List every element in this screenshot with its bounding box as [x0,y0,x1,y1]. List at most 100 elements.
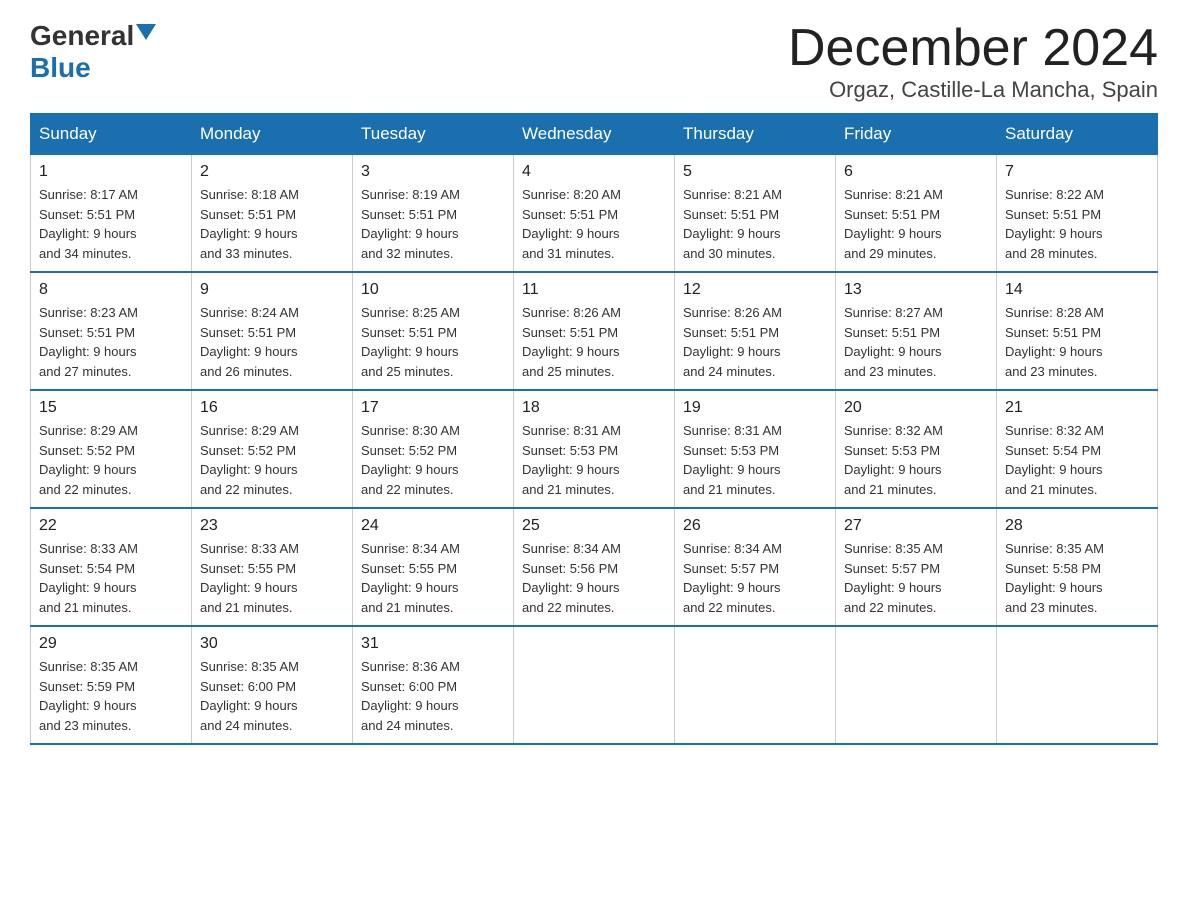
calendar-cell: 30 Sunrise: 8:35 AMSunset: 6:00 PMDayligh… [192,626,353,744]
location-title: Orgaz, Castille-La Mancha, Spain [788,77,1158,103]
calendar-cell: 10 Sunrise: 8:25 AMSunset: 5:51 PMDayligh… [353,272,514,390]
day-number: 30 [200,635,344,653]
week-row-5: 29 Sunrise: 8:35 AMSunset: 5:59 PMDayligh… [31,626,1158,744]
calendar-table: SundayMondayTuesdayWednesdayThursdayFrid… [30,113,1158,745]
col-header-wednesday: Wednesday [514,114,675,155]
day-info: Sunrise: 8:29 AMSunset: 5:52 PMDaylight:… [39,421,183,499]
calendar-cell: 13 Sunrise: 8:27 AMSunset: 5:51 PMDayligh… [836,272,997,390]
week-row-3: 15 Sunrise: 8:29 AMSunset: 5:52 PMDayligh… [31,390,1158,508]
day-info: Sunrise: 8:18 AMSunset: 5:51 PMDaylight:… [200,185,344,263]
day-info: Sunrise: 8:20 AMSunset: 5:51 PMDaylight:… [522,185,666,263]
week-row-2: 8 Sunrise: 8:23 AMSunset: 5:51 PMDaylight… [31,272,1158,390]
day-info: Sunrise: 8:27 AMSunset: 5:51 PMDaylight:… [844,303,988,381]
day-number: 12 [683,281,827,299]
day-info: Sunrise: 8:19 AMSunset: 5:51 PMDaylight:… [361,185,505,263]
calendar-cell: 23Sunrise: 8:33 AMSunset: 5:55 PMDayligh… [192,508,353,626]
calendar-cell: 17 Sunrise: 8:30 AMSunset: 5:52 PMDayligh… [353,390,514,508]
day-number: 18 [522,399,666,417]
day-info: Sunrise: 8:22 AMSunset: 5:51 PMDaylight:… [1005,185,1149,263]
day-info: Sunrise: 8:35 AMSunset: 5:59 PMDaylight:… [39,657,183,735]
day-number: 28 [1005,517,1149,535]
col-header-monday: Monday [192,114,353,155]
calendar-cell: 2 Sunrise: 8:18 AMSunset: 5:51 PMDaylight… [192,155,353,273]
calendar-cell: 7 Sunrise: 8:22 AMSunset: 5:51 PMDaylight… [997,155,1158,273]
calendar-cell: 3Sunrise: 8:19 AMSunset: 5:51 PMDaylight… [353,155,514,273]
day-info: Sunrise: 8:28 AMSunset: 5:51 PMDaylight:… [1005,303,1149,381]
day-number: 8 [39,281,183,299]
day-info: Sunrise: 8:26 AMSunset: 5:51 PMDaylight:… [522,303,666,381]
day-number: 10 [361,281,505,299]
calendar-cell: 14 Sunrise: 8:28 AMSunset: 5:51 PMDayligh… [997,272,1158,390]
day-number: 2 [200,163,344,181]
calendar-cell: 8 Sunrise: 8:23 AMSunset: 5:51 PMDaylight… [31,272,192,390]
day-info: Sunrise: 8:21 AMSunset: 5:51 PMDaylight:… [683,185,827,263]
calendar-cell [514,626,675,744]
calendar-cell: 15 Sunrise: 8:29 AMSunset: 5:52 PMDayligh… [31,390,192,508]
day-info: Sunrise: 8:25 AMSunset: 5:51 PMDaylight:… [361,303,505,381]
day-number: 1 [39,163,183,181]
day-info: Sunrise: 8:24 AMSunset: 5:51 PMDaylight:… [200,303,344,381]
col-header-thursday: Thursday [675,114,836,155]
day-info: Sunrise: 8:36 AMSunset: 6:00 PMDaylight:… [361,657,505,735]
day-info: Sunrise: 8:33 AMSunset: 5:54 PMDaylight:… [39,539,183,617]
day-number: 29 [39,635,183,653]
week-row-4: 22 Sunrise: 8:33 AMSunset: 5:54 PMDayligh… [31,508,1158,626]
calendar-cell: 19 Sunrise: 8:31 AMSunset: 5:53 PMDayligh… [675,390,836,508]
calendar-cell: 6Sunrise: 8:21 AMSunset: 5:51 PMDaylight… [836,155,997,273]
col-header-tuesday: Tuesday [353,114,514,155]
day-number: 14 [1005,281,1149,299]
calendar-cell: 26 Sunrise: 8:34 AMSunset: 5:57 PMDayligh… [675,508,836,626]
week-row-1: 1 Sunrise: 8:17 AMSunset: 5:51 PMDaylight… [31,155,1158,273]
day-number: 13 [844,281,988,299]
day-number: 15 [39,399,183,417]
title-block: December 2024 Orgaz, Castille-La Mancha,… [788,20,1158,103]
day-info: Sunrise: 8:26 AMSunset: 5:51 PMDaylight:… [683,303,827,381]
calendar-header: SundayMondayTuesdayWednesdayThursdayFrid… [31,114,1158,155]
day-info: Sunrise: 8:23 AMSunset: 5:51 PMDaylight:… [39,303,183,381]
day-number: 7 [1005,163,1149,181]
day-info: Sunrise: 8:31 AMSunset: 5:53 PMDaylight:… [683,421,827,499]
col-header-friday: Friday [836,114,997,155]
day-number: 19 [683,399,827,417]
day-number: 4 [522,163,666,181]
logo-blue-text: Blue [30,52,91,83]
day-info: Sunrise: 8:35 AMSunset: 5:57 PMDaylight:… [844,539,988,617]
calendar-cell [675,626,836,744]
day-number: 11 [522,281,666,299]
day-number: 23 [200,517,344,535]
day-info: Sunrise: 8:29 AMSunset: 5:52 PMDaylight:… [200,421,344,499]
calendar-cell: 18 Sunrise: 8:31 AMSunset: 5:53 PMDayligh… [514,390,675,508]
day-info: Sunrise: 8:34 AMSunset: 5:57 PMDaylight:… [683,539,827,617]
calendar-cell [997,626,1158,744]
page-header: General Blue December 2024 Orgaz, Castil… [30,20,1158,103]
logo: General Blue [30,20,156,84]
day-info: Sunrise: 8:35 AMSunset: 6:00 PMDaylight:… [200,657,344,735]
calendar-cell: 24Sunrise: 8:34 AMSunset: 5:55 PMDayligh… [353,508,514,626]
day-number: 26 [683,517,827,535]
calendar-cell: 25 Sunrise: 8:34 AMSunset: 5:56 PMDayligh… [514,508,675,626]
day-info: Sunrise: 8:30 AMSunset: 5:52 PMDaylight:… [361,421,505,499]
day-number: 21 [1005,399,1149,417]
logo-triangle-icon [136,24,156,40]
day-info: Sunrise: 8:31 AMSunset: 5:53 PMDaylight:… [522,421,666,499]
day-info: Sunrise: 8:17 AMSunset: 5:51 PMDaylight:… [39,185,183,263]
calendar-cell: 27 Sunrise: 8:35 AMSunset: 5:57 PMDayligh… [836,508,997,626]
day-number: 27 [844,517,988,535]
day-number: 17 [361,399,505,417]
day-number: 22 [39,517,183,535]
calendar-cell: 21 Sunrise: 8:32 AMSunset: 5:54 PMDayligh… [997,390,1158,508]
calendar-cell: 4 Sunrise: 8:20 AMSunset: 5:51 PMDaylight… [514,155,675,273]
calendar-cell: 11 Sunrise: 8:26 AMSunset: 5:51 PMDayligh… [514,272,675,390]
calendar-cell: 9Sunrise: 8:24 AMSunset: 5:51 PMDaylight… [192,272,353,390]
calendar-cell: 16 Sunrise: 8:29 AMSunset: 5:52 PMDayligh… [192,390,353,508]
day-info: Sunrise: 8:34 AMSunset: 5:56 PMDaylight:… [522,539,666,617]
day-number: 16 [200,399,344,417]
day-number: 6 [844,163,988,181]
calendar-cell [836,626,997,744]
day-info: Sunrise: 8:35 AMSunset: 5:58 PMDaylight:… [1005,539,1149,617]
day-info: Sunrise: 8:32 AMSunset: 5:54 PMDaylight:… [1005,421,1149,499]
day-number: 25 [522,517,666,535]
col-header-sunday: Sunday [31,114,192,155]
day-number: 24 [361,517,505,535]
calendar-cell: 1 Sunrise: 8:17 AMSunset: 5:51 PMDaylight… [31,155,192,273]
